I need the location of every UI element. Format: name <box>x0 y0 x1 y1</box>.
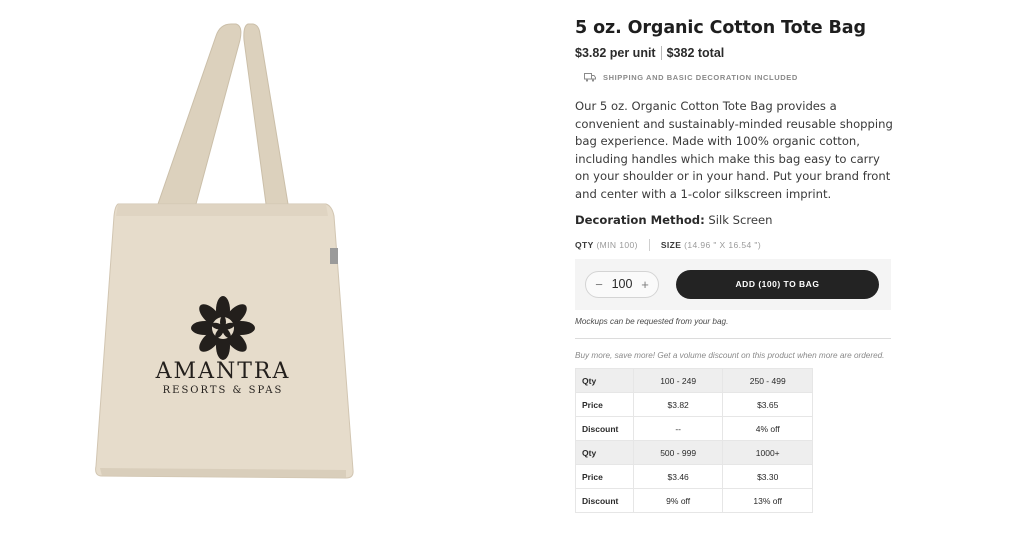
size-value: (14.96 " X 16.54 ") <box>684 239 762 250</box>
shipping-text: SHIPPING AND BASIC DECORATION INCLUDED <box>603 72 798 82</box>
decoration-value: Silk Screen <box>708 212 773 227</box>
lotus-logo-icon <box>191 296 255 360</box>
table-cell: Price <box>575 392 634 418</box>
quantity-value[interactable]: 100 <box>612 277 633 291</box>
tote-bag-illustration: AMANTRA RESORTS & SPAS <box>95 23 354 479</box>
table-cell: $3.46 <box>632 464 724 490</box>
side-tag <box>330 248 338 264</box>
right-handle <box>243 23 289 205</box>
decoration-label: Decoration Method: <box>575 212 705 227</box>
add-to-bag-panel: − 100 + ADD (100) TO BAG <box>575 258 891 310</box>
decrement-button[interactable]: − <box>593 277 605 292</box>
table-cell: -- <box>632 416 724 442</box>
table-cell: 250 - 499 <box>722 368 813 394</box>
qty-size-divider <box>648 238 650 251</box>
table-cell: Price <box>575 464 634 490</box>
table-row: Price $3.82 $3.65 <box>575 392 813 418</box>
price-row: $3.82 per unit $382 total <box>575 44 893 62</box>
table-cell: Discount <box>575 416 634 442</box>
product-details: 5 oz. Organic Cotton Tote Bag $3.82 per … <box>575 16 893 514</box>
table-cell: 13% off <box>722 488 813 514</box>
decoration-method: Decoration Method: Silk Screen <box>575 211 893 229</box>
table-row: Discount -- 4% off <box>575 416 813 442</box>
table-cell: 1000+ <box>722 440 813 466</box>
table-cell: 100 - 249 <box>632 368 724 394</box>
table-row: Qty 100 - 249 250 - 499 <box>575 368 813 394</box>
product-description: Our 5 oz. Organic Cotton Tote Bag provid… <box>575 99 893 201</box>
table-cell: 500 - 999 <box>632 440 724 466</box>
qty-label: QTY <box>575 239 594 250</box>
left-handle <box>157 23 242 205</box>
quantity-stepper[interactable]: − 100 + <box>585 270 659 298</box>
table-cell: 9% off <box>632 488 724 514</box>
unit-price: $3.82 per unit <box>575 46 656 60</box>
volume-discount-note: Buy more, save more! Get a volume discou… <box>575 350 885 360</box>
table-cell: $3.65 <box>722 392 813 418</box>
qty-size-row: QTY (MIN 100) SIZE (14.96 " X 16.54 ") <box>575 237 893 253</box>
table-cell: 4% off <box>722 416 813 442</box>
table-row: Discount 9% off 13% off <box>575 488 813 514</box>
table-cell: $3.30 <box>722 464 813 490</box>
table-cell: Qty <box>575 440 634 466</box>
table-cell: Discount <box>575 488 634 514</box>
size-label: SIZE <box>660 239 682 250</box>
qty-min: (MIN 100) <box>596 239 638 250</box>
total-price: $382 total <box>666 46 725 60</box>
increment-button[interactable]: + <box>639 277 651 292</box>
shipping-info: SHIPPING AND BASIC DECORATION INCLUDED <box>584 70 893 84</box>
table-row: Price $3.46 $3.30 <box>575 464 813 490</box>
product-image: AMANTRA RESORTS & SPAS <box>88 16 360 484</box>
table-cell: Qty <box>575 368 634 394</box>
table-row: Qty 500 - 999 1000+ <box>575 440 813 466</box>
brand-tagline: RESORTS & SPAS <box>163 385 284 396</box>
truck-icon <box>584 72 596 82</box>
product-title: 5 oz. Organic Cotton Tote Bag <box>575 18 866 38</box>
add-to-bag-button[interactable]: ADD (100) TO BAG <box>676 269 879 299</box>
table-cell: $3.82 <box>632 392 724 418</box>
brand-name: AMANTRA <box>155 359 291 384</box>
price-divider <box>660 46 662 60</box>
volume-pricing-table: Qty 100 - 249 250 - 499 Price $3.82 $3.6… <box>575 368 813 514</box>
divider <box>575 337 891 339</box>
mockup-note: Mockups can be requested from your bag. <box>575 316 729 326</box>
